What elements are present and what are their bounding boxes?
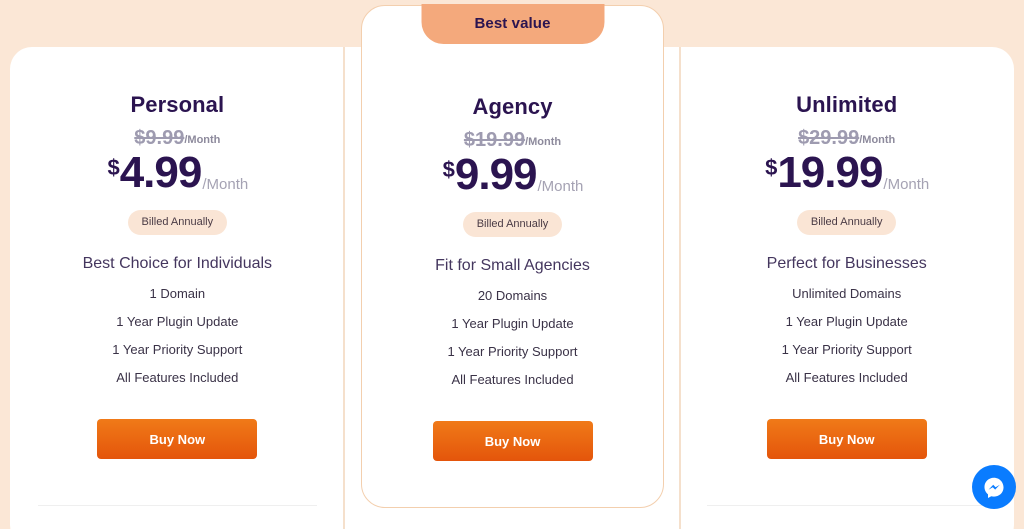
- plan-card-personal[interactable]: Personal $9.99/Month $4.99/Month Billed …: [10, 47, 345, 529]
- price-period-personal: /Month: [202, 176, 249, 193]
- feature-item: 1 Domain: [149, 286, 206, 301]
- old-price-row-personal: $9.99/Month: [10, 127, 345, 149]
- old-price-period-agency: /Month: [525, 136, 562, 148]
- card-divider: [707, 505, 987, 506]
- plan-tagline-agency: Fit for Small Agencies: [435, 257, 590, 274]
- plan-card-agency[interactable]: Best value Agency $19.99/Month $9.99/Mon…: [361, 4, 664, 508]
- price-row-unlimited: $19.99/Month: [679, 149, 1014, 195]
- billing-badge-agency: Billed Annually: [462, 212, 563, 237]
- plan-title-agency: Agency: [472, 94, 553, 119]
- messenger-icon: [984, 477, 1004, 499]
- old-price-period-unlimited: /Month: [859, 134, 896, 146]
- plan-title-unlimited: Unlimited: [796, 92, 898, 117]
- messenger-chat-button[interactable]: [972, 465, 1016, 509]
- plan-tagline-personal: Best Choice for Individuals: [82, 255, 273, 272]
- price-amount-agency: 9.99: [454, 150, 538, 199]
- buy-now-button-unlimited[interactable]: Buy Now: [766, 419, 927, 459]
- feature-item: 20 Domains: [477, 288, 548, 303]
- old-price-period-personal: /Month: [184, 134, 221, 146]
- old-price-row-agency: $19.99/Month: [362, 129, 663, 151]
- feature-list-unlimited: Unlimited Domains 1 Year Plugin Update 1…: [679, 286, 1014, 385]
- plan-tagline-unlimited: Perfect for Businesses: [766, 255, 927, 272]
- feature-item: All Features Included: [116, 370, 239, 385]
- price-currency-unlimited: $: [765, 155, 778, 180]
- billing-badge-personal: Billed Annually: [127, 210, 228, 235]
- price-period-unlimited: /Month: [883, 176, 930, 193]
- feature-item: All Features Included: [451, 372, 574, 387]
- price-amount-personal: 4.99: [119, 148, 203, 197]
- old-price-row-unlimited: $29.99/Month: [679, 127, 1014, 149]
- old-price-agency: $19.99: [463, 129, 526, 151]
- price-currency-personal: $: [107, 155, 120, 180]
- feature-item: 1 Year Plugin Update: [116, 314, 239, 329]
- feature-item: All Features Included: [785, 370, 908, 385]
- old-price-unlimited: $29.99: [798, 127, 860, 149]
- best-value-badge: Best value: [421, 4, 604, 44]
- price-row-personal: $4.99/Month: [10, 149, 345, 195]
- plan-card-unlimited[interactable]: Unlimited $29.99/Month $19.99/Month Bill…: [679, 47, 1014, 529]
- price-row-agency: $9.99/Month: [362, 151, 663, 197]
- card-divider: [38, 505, 317, 506]
- buy-now-button-personal[interactable]: Buy Now: [97, 419, 258, 459]
- old-price-personal: $9.99: [134, 127, 185, 149]
- feature-item: Unlimited Domains: [792, 286, 902, 301]
- feature-item: 1 Year Priority Support: [112, 342, 243, 357]
- feature-item: 1 Year Priority Support: [447, 344, 578, 359]
- plan-title-personal: Personal: [130, 92, 225, 117]
- feature-list-agency: 20 Domains 1 Year Plugin Update 1 Year P…: [362, 288, 663, 387]
- feature-item: 1 Year Plugin Update: [451, 316, 574, 331]
- price-amount-unlimited: 19.99: [777, 148, 883, 197]
- pricing-panel: Personal $9.99/Month $4.99/Month Billed …: [10, 4, 1014, 529]
- billing-badge-unlimited: Billed Annually: [796, 210, 897, 235]
- price-period-agency: /Month: [537, 178, 584, 195]
- buy-now-button-agency[interactable]: Buy Now: [432, 421, 593, 461]
- feature-item: 1 Year Priority Support: [781, 342, 912, 357]
- price-currency-agency: $: [442, 157, 455, 182]
- feature-item: 1 Year Plugin Update: [785, 314, 908, 329]
- feature-list-personal: 1 Domain 1 Year Plugin Update 1 Year Pri…: [10, 286, 345, 385]
